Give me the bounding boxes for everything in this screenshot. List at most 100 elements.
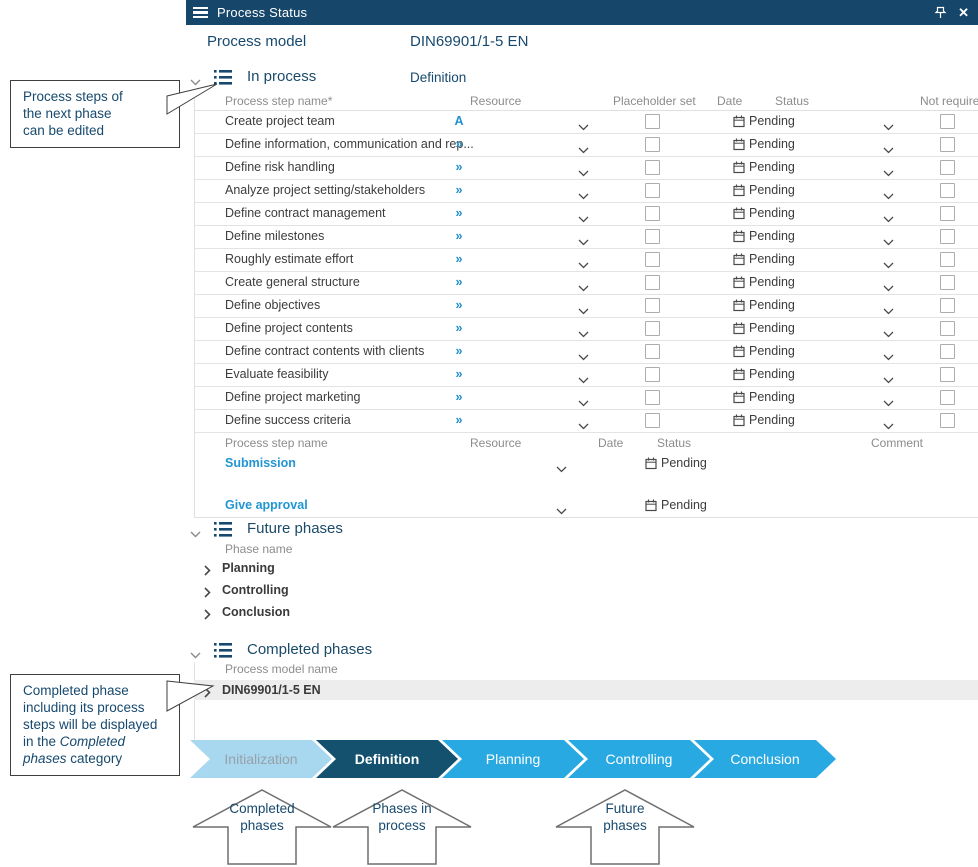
placeholder-set-checkbox[interactable] xyxy=(645,137,660,152)
collapse-chevron-icon[interactable] xyxy=(190,73,201,91)
status-value: Pending xyxy=(749,160,795,174)
calendar-icon[interactable] xyxy=(733,391,745,409)
resource-link[interactable]: » xyxy=(452,298,466,312)
resource-link[interactable]: » xyxy=(452,413,466,427)
flow-phase-chevron: Definition xyxy=(316,740,458,778)
resource-link[interactable]: » xyxy=(452,206,466,220)
expand-chevron-icon[interactable] xyxy=(204,585,211,603)
expand-chevron-icon[interactable] xyxy=(204,607,211,625)
placeholder-set-checkbox[interactable] xyxy=(645,206,660,221)
collapse-chevron-icon[interactable] xyxy=(190,646,201,664)
placeholder-set-checkbox[interactable] xyxy=(645,183,660,198)
placeholder-set-checkbox[interactable] xyxy=(645,344,660,359)
resource-link[interactable]: » xyxy=(452,390,466,404)
process-step-name: Define project marketing xyxy=(225,390,360,404)
not-required-checkbox[interactable] xyxy=(940,114,955,129)
calendar-icon[interactable] xyxy=(645,499,657,517)
col2-header-resource: Resource xyxy=(470,436,521,450)
not-required-checkbox[interactable] xyxy=(940,206,955,221)
calendar-icon[interactable] xyxy=(733,161,745,179)
resource-link[interactable]: » xyxy=(452,252,466,266)
not-required-checkbox[interactable] xyxy=(940,252,955,267)
not-required-checkbox[interactable] xyxy=(940,413,955,428)
calendar-icon[interactable] xyxy=(733,207,745,225)
placeholder-set-checkbox[interactable] xyxy=(645,275,660,290)
resource-link[interactable]: » xyxy=(452,229,466,243)
calendar-icon[interactable] xyxy=(733,115,745,133)
expand-chevron-icon[interactable] xyxy=(204,563,211,581)
process-step-link[interactable]: Submission xyxy=(225,456,296,470)
status-value: Pending xyxy=(661,498,707,512)
arrow-label: Futurephases xyxy=(555,800,695,834)
placeholder-set-checkbox[interactable] xyxy=(645,413,660,428)
col2-header-step-name: Process step name xyxy=(225,436,328,450)
not-required-checkbox[interactable] xyxy=(940,367,955,382)
process-step-link[interactable]: Give approval xyxy=(225,498,308,512)
calendar-icon[interactable] xyxy=(733,230,745,248)
status-value: Pending xyxy=(749,390,795,404)
process-step-name: Define risk handling xyxy=(225,160,335,174)
calendar-icon[interactable] xyxy=(733,138,745,156)
calendar-icon[interactable] xyxy=(733,253,745,271)
placeholder-set-checkbox[interactable] xyxy=(645,252,660,267)
placeholder-set-checkbox[interactable] xyxy=(645,367,660,382)
section-title-in-process: In process xyxy=(247,68,316,85)
pin-icon[interactable] xyxy=(934,6,947,20)
resource-link[interactable]: » xyxy=(452,344,466,358)
calendar-icon[interactable] xyxy=(733,299,745,317)
not-required-checkbox[interactable] xyxy=(940,344,955,359)
calendar-icon[interactable] xyxy=(645,457,657,475)
status-value: Pending xyxy=(749,298,795,312)
status-value: Pending xyxy=(749,275,795,289)
placeholder-set-checkbox[interactable] xyxy=(645,321,660,336)
calendar-icon[interactable] xyxy=(733,184,745,202)
status-dropdown-chevron-icon[interactable] xyxy=(883,417,894,435)
col2-header-comment: Comment xyxy=(871,436,923,450)
close-icon[interactable]: ✕ xyxy=(958,6,969,19)
not-required-checkbox[interactable] xyxy=(940,160,955,175)
placeholder-set-checkbox[interactable] xyxy=(645,229,660,244)
resource-link[interactable]: » xyxy=(452,137,466,151)
not-required-checkbox[interactable] xyxy=(940,275,955,290)
arrow-phases-in-process: Phases inprocess xyxy=(332,788,472,866)
process-step-row: Create project team A Pending xyxy=(194,110,978,134)
not-required-checkbox[interactable] xyxy=(940,137,955,152)
not-required-checkbox[interactable] xyxy=(940,229,955,244)
not-required-checkbox[interactable] xyxy=(940,321,955,336)
col-header-resource: Resource xyxy=(470,94,521,108)
placeholder-set-checkbox[interactable] xyxy=(645,298,660,313)
expand-chevron-icon[interactable] xyxy=(204,685,211,703)
calendar-icon[interactable] xyxy=(733,414,745,432)
not-required-checkbox[interactable] xyxy=(940,183,955,198)
calendar-icon[interactable] xyxy=(733,276,745,294)
arrow-label: Completedphases xyxy=(192,800,332,834)
process-step-row: Define milestones » Pending xyxy=(194,225,978,249)
resource-link[interactable]: » xyxy=(452,183,466,197)
resource-dropdown-chevron-icon[interactable] xyxy=(578,417,589,435)
status-value: Pending xyxy=(749,137,795,151)
resource-link[interactable]: » xyxy=(452,367,466,381)
not-required-checkbox[interactable] xyxy=(940,390,955,405)
collapse-chevron-icon[interactable] xyxy=(190,525,201,543)
calendar-icon[interactable] xyxy=(733,345,745,363)
current-phase-name: Definition xyxy=(410,70,466,85)
placeholder-set-checkbox[interactable] xyxy=(645,160,660,175)
resource-link[interactable]: » xyxy=(452,160,466,174)
arrow-label: Phases inprocess xyxy=(332,800,472,834)
calendar-icon[interactable] xyxy=(733,368,745,386)
process-step-row: Create general structure » Pending xyxy=(194,271,978,295)
list-icon xyxy=(214,70,232,90)
process-step-name: Evaluate feasibility xyxy=(225,367,329,381)
not-required-checkbox[interactable] xyxy=(940,298,955,313)
placeholder-set-checkbox[interactable] xyxy=(645,390,660,405)
resource-link[interactable]: » xyxy=(452,321,466,335)
placeholder-set-checkbox[interactable] xyxy=(645,114,660,129)
resource-link[interactable]: A xyxy=(452,114,466,128)
process-step-name: Define success criteria xyxy=(225,413,351,427)
resource-link[interactable]: » xyxy=(452,275,466,289)
panel-title: Process Status xyxy=(217,5,307,20)
status-value: Pending xyxy=(749,206,795,220)
resource-dropdown-chevron-icon[interactable] xyxy=(556,460,567,478)
menu-icon[interactable] xyxy=(193,7,208,19)
calendar-icon[interactable] xyxy=(733,322,745,340)
